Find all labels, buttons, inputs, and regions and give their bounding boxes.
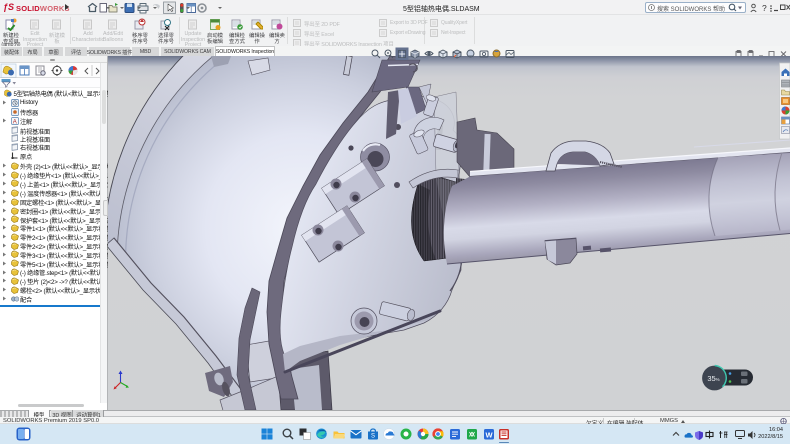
svg-text:W: W (485, 430, 493, 439)
svg-text:A: A (12, 119, 16, 125)
svg-text:S: S (371, 434, 375, 440)
svg-text:?: ? (762, 3, 767, 13)
